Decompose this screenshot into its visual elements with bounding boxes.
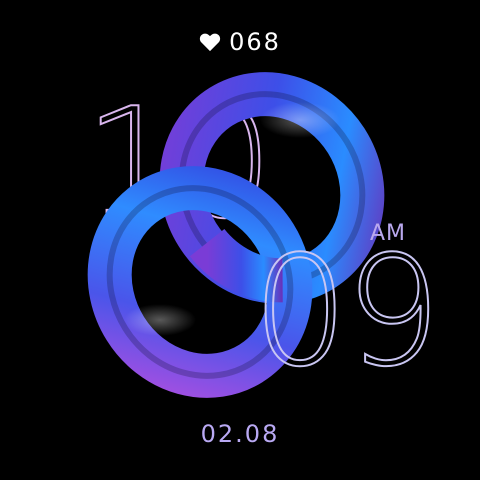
heart-icon	[199, 33, 221, 52]
heart-rate-readout[interactable]: 068	[0, 30, 480, 54]
hour-digits: 10	[83, 75, 274, 252]
date-display[interactable]: 02.08	[0, 420, 480, 448]
heart-rate-value: 068	[229, 28, 281, 56]
watch-face: 068 10 AM 09 02.08	[0, 0, 480, 480]
minute-digits: 09	[251, 223, 442, 400]
